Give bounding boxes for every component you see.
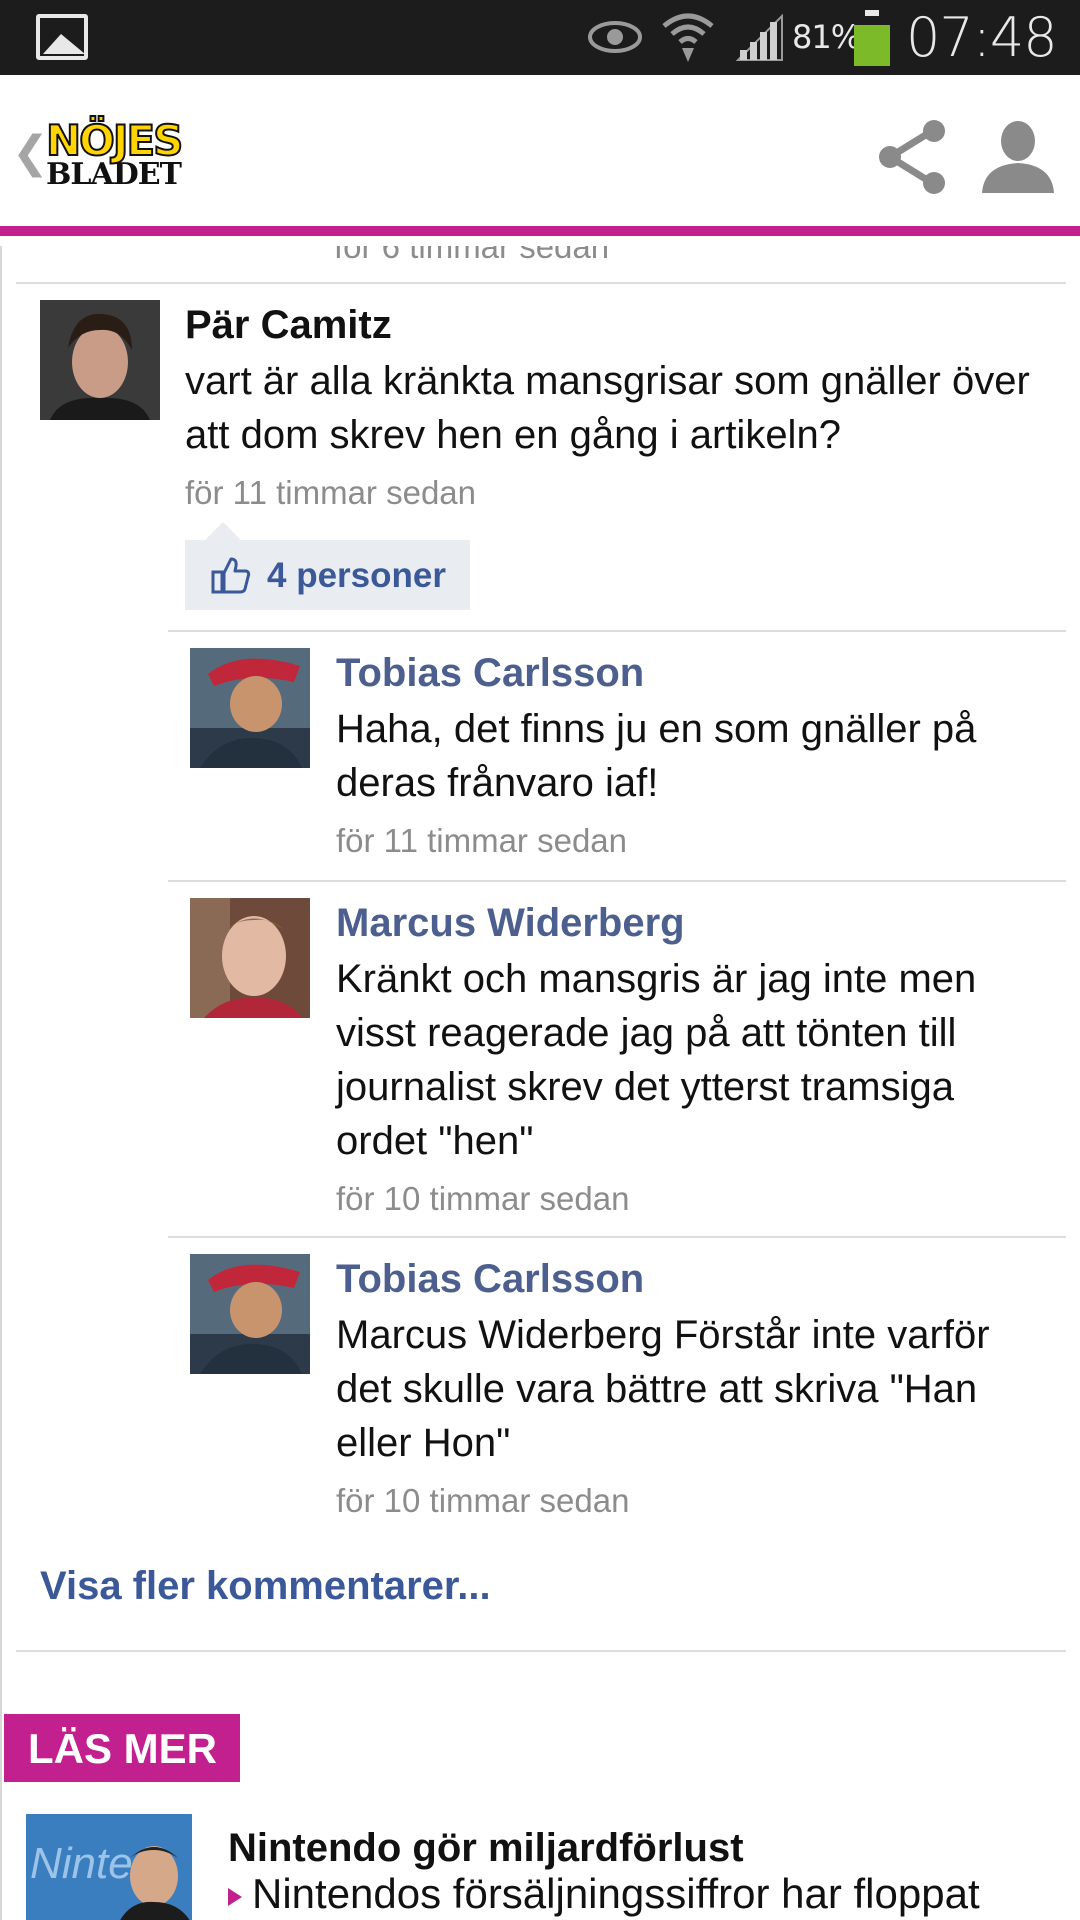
like-count-box[interactable]: 4 personer xyxy=(185,522,470,610)
avatar[interactable] xyxy=(40,300,160,420)
article-thumbnail[interactable]: Ninten xyxy=(26,1814,192,1920)
like-count: 4 personer xyxy=(267,556,446,595)
avatar[interactable] xyxy=(190,898,310,1018)
profile-icon[interactable] xyxy=(982,119,1054,193)
comment-author[interactable]: Pär Camitz xyxy=(185,302,392,348)
article-lead[interactable]: Nintendos försäljningssiffror har floppa… xyxy=(228,1870,1058,1918)
article-title[interactable]: Nintendo gör miljardförlust xyxy=(228,1826,744,1871)
avatar[interactable] xyxy=(190,648,310,768)
arrow-right-icon xyxy=(228,1887,242,1906)
comment-text: Haha, det finns ju en som gnäller på der… xyxy=(336,707,977,805)
read-more-label: LÄS MER xyxy=(4,1714,240,1782)
divider xyxy=(168,880,1066,882)
divider xyxy=(168,1236,1066,1238)
app-header: ❮ NÖJES BLADET xyxy=(0,75,1080,236)
signal-icon xyxy=(736,14,783,61)
battery-percent: 81% xyxy=(792,18,861,56)
comments-section[interactable]: för 6 timmar sedan Pär Camitz vart är al… xyxy=(0,246,1080,1920)
comment-time: för 10 timmar sedan xyxy=(336,1482,630,1519)
thumbs-up-icon xyxy=(211,557,251,594)
divider xyxy=(168,630,1066,632)
comment-text: Marcus Widerberg Förstår inte varför det… xyxy=(336,1313,990,1465)
gallery-notification-icon xyxy=(36,14,88,60)
smart-stay-eye-icon xyxy=(588,21,642,53)
divider xyxy=(16,282,1066,284)
divider xyxy=(16,1650,1066,1652)
clock: 07:48 xyxy=(906,6,1058,69)
comment-time: för 11 timmar sedan xyxy=(185,474,477,511)
status-bar: 81% 07:48 xyxy=(0,0,1080,75)
battery-icon xyxy=(854,10,890,66)
show-more-comments-link[interactable]: Visa fler kommentarer... xyxy=(40,1564,491,1609)
comment-time: för 6 timmar sedan xyxy=(334,246,610,265)
back-chevron-icon[interactable]: ❮ xyxy=(12,127,49,178)
comment-author[interactable]: Tobias Carlsson xyxy=(336,1256,644,1302)
avatar[interactable] xyxy=(190,1254,310,1374)
nojesbladet-logo[interactable]: NÖJES BLADET xyxy=(45,118,186,199)
share-icon[interactable] xyxy=(876,119,948,195)
comment-author[interactable]: Tobias Carlsson xyxy=(336,650,644,696)
wifi-icon xyxy=(662,13,714,62)
comment-text: Kränkt och mansgris är jag inte men viss… xyxy=(336,957,977,1163)
comment-author[interactable]: Marcus Widerberg xyxy=(336,900,685,946)
comment-time: för 11 timmar sedan xyxy=(336,822,628,859)
comment-text: vart är alla kränkta mansgrisar som gnäl… xyxy=(185,359,1030,457)
comment-time: för 10 timmar sedan xyxy=(336,1180,630,1217)
